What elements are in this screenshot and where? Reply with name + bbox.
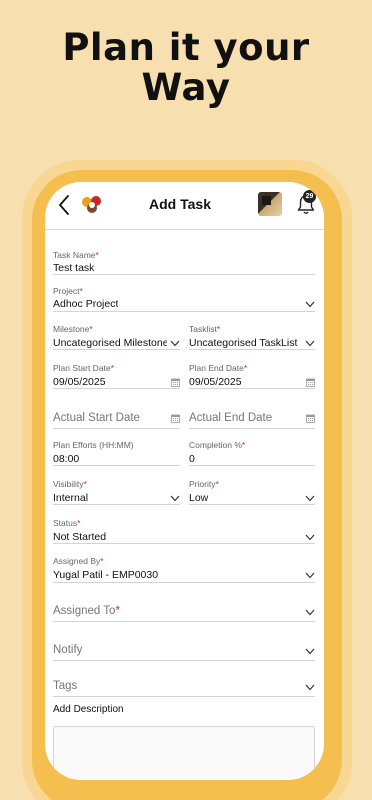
required-mark: *	[83, 479, 87, 489]
priority-value: Low	[189, 492, 209, 504]
project-label-text: Project	[53, 286, 80, 296]
required-mark: *	[79, 286, 83, 296]
plan-end-label-text: Plan End Date	[189, 363, 244, 373]
required-mark: *	[241, 440, 246, 450]
chevron-down-icon	[305, 648, 315, 655]
required-mark: *	[216, 324, 221, 334]
assigned-by-value: Yugal Patil - EMP0030	[53, 569, 159, 581]
chevron-down-icon	[305, 340, 315, 347]
notify-placeholder: Notify	[53, 644, 83, 656]
avatar[interactable]	[258, 192, 282, 216]
plan-efforts-label: Plan Efforts (HH:MM)	[53, 440, 134, 450]
actual-end-placeholder: Actual End Date	[189, 412, 273, 424]
task-name-value: Test task	[53, 262, 95, 274]
assigned-by-label-text: Assigned By	[53, 556, 101, 566]
tags-placeholder: Tags	[53, 680, 78, 692]
assigned-by-label: Assigned By*	[53, 556, 104, 566]
description-label: Add Description	[53, 704, 124, 715]
completion-value: 0	[189, 453, 195, 465]
assigned-to-select[interactable]: Assigned To*	[53, 602, 315, 622]
chevron-down-icon	[305, 495, 315, 502]
plan-start-date-field[interactable]: Plan Start Date* 09/05/2025	[53, 363, 180, 389]
calendar-icon[interactable]	[171, 414, 180, 423]
status-label-text: Status	[53, 518, 78, 528]
tasklist-label: Tasklist*	[189, 324, 220, 334]
task-name-label-text: Task Name	[53, 250, 96, 260]
milestone-label: Milestone*	[53, 324, 93, 334]
required-mark: *	[215, 479, 219, 489]
priority-select[interactable]: Priority* Low	[189, 479, 315, 505]
task-name-field[interactable]: Task Name* Test task	[53, 250, 315, 275]
required-mark: *	[89, 324, 93, 334]
plan-end-label: Plan End Date*	[189, 363, 247, 373]
milestone-select[interactable]: Milestone* Uncategorised Milestone	[53, 324, 180, 350]
completion-field[interactable]: Completion %* 0	[189, 440, 315, 466]
headline: Plan it your Way	[0, 28, 372, 108]
back-arrow-icon[interactable]	[55, 193, 75, 217]
required-mark: *	[77, 518, 81, 528]
app-bar: Add Task 29	[45, 182, 324, 230]
plan-start-label: Plan Start Date*	[53, 363, 114, 373]
chevron-down-icon	[305, 609, 315, 616]
priority-label-text: Priority	[189, 479, 216, 489]
project-label: Project*	[53, 286, 83, 296]
headline-line-1: Plan it your	[62, 26, 310, 69]
assigned-to-placeholder: Assigned To*	[53, 605, 120, 617]
status-value: Not Started	[53, 531, 107, 543]
notify-select[interactable]: Notify	[53, 641, 315, 661]
page-title: Add Task	[149, 196, 211, 212]
status-select[interactable]: Status* Not Started	[53, 518, 315, 544]
completion-label-text: Completion %	[189, 440, 242, 450]
required-mark: *	[110, 363, 114, 373]
notification-badge: 29	[303, 190, 316, 203]
calendar-icon[interactable]	[306, 378, 315, 387]
tags-select[interactable]: Tags	[53, 677, 315, 697]
milestone-label-text: Milestone	[53, 324, 90, 334]
assigned-to-placeholder-text: Assigned To	[53, 605, 116, 617]
chevron-down-icon	[305, 534, 315, 541]
plan-start-label-text: Plan Start Date	[53, 363, 111, 373]
visibility-label-text: Visibility	[53, 479, 84, 489]
completion-label: Completion %*	[189, 440, 245, 450]
phone-screen: Add Task 29 Task Name* Test task Project…	[45, 182, 324, 780]
tasklist-value: Uncategorised TaskList	[189, 337, 298, 349]
calendar-icon[interactable]	[171, 378, 180, 387]
required-mark: *	[115, 605, 120, 617]
plan-end-date-field[interactable]: Plan End Date* 09/05/2025	[189, 363, 315, 389]
required-mark: *	[243, 363, 248, 373]
actual-end-date-field[interactable]: Actual End Date	[189, 408, 315, 429]
headline-line-2: Way	[141, 66, 231, 109]
milestone-value: Uncategorised Milestone	[53, 337, 167, 349]
description-textarea[interactable]	[53, 726, 315, 780]
actual-start-placeholder: Actual Start Date	[53, 412, 140, 424]
calendar-icon[interactable]	[306, 414, 315, 423]
chevron-down-icon	[305, 301, 315, 308]
plan-efforts-value: 08:00	[53, 453, 80, 465]
visibility-label: Visibility*	[53, 479, 87, 489]
app-logo-icon	[82, 196, 101, 213]
visibility-select[interactable]: Visibility* Internal	[53, 479, 180, 505]
add-task-form: Task Name* Test task Project* Adhoc Proj…	[45, 230, 324, 780]
plan-start-value: 09/05/2025	[53, 376, 106, 388]
actual-start-date-field[interactable]: Actual Start Date	[53, 408, 180, 429]
tasklist-select[interactable]: Tasklist* Uncategorised TaskList	[189, 324, 315, 350]
required-mark: *	[95, 250, 99, 260]
project-value: Adhoc Project	[53, 298, 119, 310]
plan-end-value: 09/05/2025	[189, 376, 242, 388]
chevron-down-icon	[305, 684, 315, 691]
chevron-down-icon	[170, 495, 180, 502]
priority-label: Priority*	[189, 479, 219, 489]
assigned-by-select[interactable]: Assigned By* Yugal Patil - EMP0030	[53, 556, 315, 583]
status-label: Status*	[53, 518, 80, 528]
project-select[interactable]: Project* Adhoc Project	[53, 286, 315, 312]
required-mark: *	[100, 556, 104, 566]
visibility-value: Internal	[53, 492, 89, 504]
plan-efforts-field[interactable]: Plan Efforts (HH:MM) 08:00	[53, 440, 180, 466]
chevron-down-icon	[170, 340, 180, 347]
task-name-label: Task Name*	[53, 250, 99, 260]
tasklist-label-text: Tasklist	[189, 324, 217, 334]
chevron-down-icon	[305, 572, 315, 579]
